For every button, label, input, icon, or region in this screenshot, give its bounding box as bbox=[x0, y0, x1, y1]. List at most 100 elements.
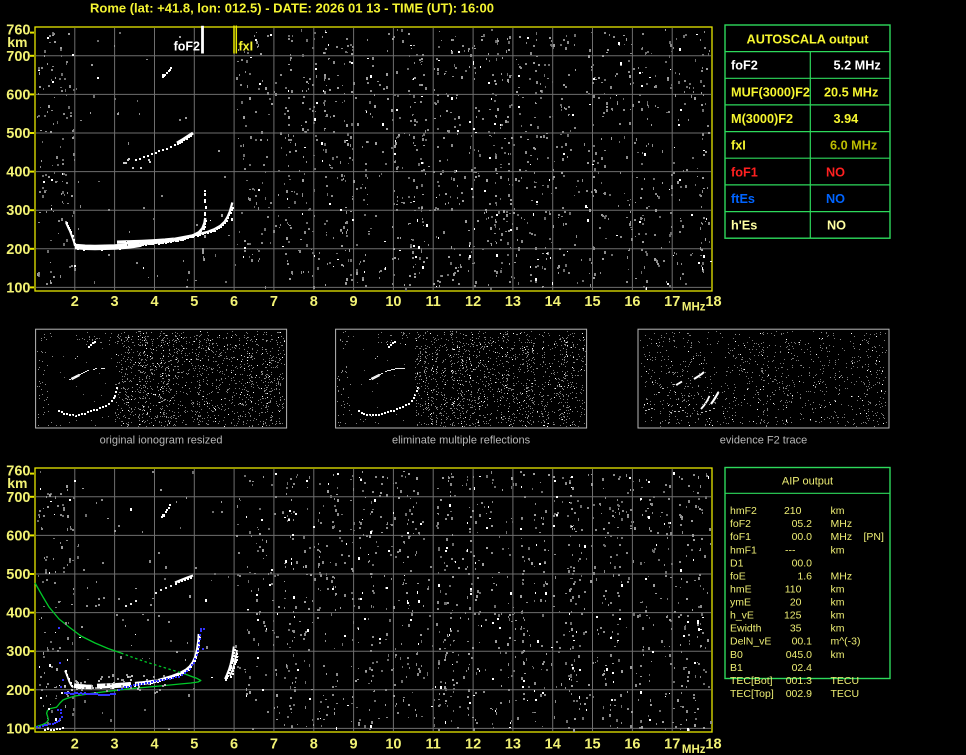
svg-text:12: 12 bbox=[465, 737, 481, 753]
svg-text:6.0 MHz: 6.0 MHz bbox=[830, 139, 877, 153]
svg-text:300: 300 bbox=[6, 203, 30, 219]
svg-text:AUTOSCALA output: AUTOSCALA output bbox=[747, 32, 870, 46]
svg-text:200: 200 bbox=[6, 242, 30, 258]
svg-text:D1: D1 bbox=[730, 557, 744, 569]
svg-text:002.9: 002.9 bbox=[786, 688, 812, 700]
svg-text:100: 100 bbox=[6, 280, 30, 296]
svg-text:3.94: 3.94 bbox=[834, 112, 859, 126]
svg-text:MHz: MHz bbox=[831, 531, 853, 543]
svg-text:km: km bbox=[831, 505, 845, 517]
svg-text:km: km bbox=[831, 584, 845, 596]
svg-text:00.1: 00.1 bbox=[792, 636, 813, 648]
svg-text:hmF1: hmF1 bbox=[730, 544, 757, 556]
svg-text:MHz: MHz bbox=[831, 570, 853, 582]
svg-text:---: --- bbox=[785, 544, 796, 556]
svg-text:4: 4 bbox=[150, 737, 158, 753]
svg-text:TEC[Bot]: TEC[Bot] bbox=[730, 675, 773, 687]
svg-text:9: 9 bbox=[350, 737, 358, 753]
svg-text:500: 500 bbox=[6, 567, 30, 583]
svg-text:10: 10 bbox=[385, 294, 401, 310]
svg-text:MHz: MHz bbox=[682, 744, 706, 755]
svg-text:ymE: ymE bbox=[730, 597, 751, 609]
svg-text:5.2 MHz: 5.2 MHz bbox=[834, 59, 881, 73]
svg-text:600: 600 bbox=[6, 528, 30, 544]
svg-text:700: 700 bbox=[6, 49, 30, 65]
svg-text:AIP output: AIP output bbox=[782, 476, 833, 488]
svg-text:8: 8 bbox=[310, 294, 318, 310]
svg-text:15: 15 bbox=[584, 737, 600, 753]
svg-text:TECU: TECU bbox=[831, 688, 860, 700]
svg-text:700: 700 bbox=[6, 490, 30, 506]
svg-text:km: km bbox=[831, 597, 845, 609]
svg-text:7: 7 bbox=[270, 737, 278, 753]
svg-text:B1: B1 bbox=[730, 662, 743, 674]
svg-text:10: 10 bbox=[385, 737, 401, 753]
svg-text:6: 6 bbox=[230, 737, 238, 753]
svg-text:5: 5 bbox=[190, 737, 198, 753]
svg-text:18: 18 bbox=[705, 737, 721, 753]
svg-text:eliminate multiple reflections: eliminate multiple reflections bbox=[392, 435, 531, 447]
svg-text:6: 6 bbox=[230, 294, 238, 310]
svg-text:TEC[Top]: TEC[Top] bbox=[730, 688, 774, 700]
svg-text:200: 200 bbox=[6, 683, 30, 699]
svg-text:100: 100 bbox=[6, 721, 30, 737]
svg-text:001.3: 001.3 bbox=[786, 675, 812, 687]
svg-text:13: 13 bbox=[505, 294, 521, 310]
svg-text:11: 11 bbox=[426, 737, 441, 753]
svg-text:km: km bbox=[831, 649, 845, 661]
svg-text:Ewidth: Ewidth bbox=[730, 623, 762, 635]
svg-text:600: 600 bbox=[6, 87, 30, 103]
svg-text:evidence F2 trace: evidence F2 trace bbox=[720, 435, 807, 447]
svg-text:km: km bbox=[831, 610, 845, 622]
svg-text:MHz: MHz bbox=[682, 302, 706, 314]
svg-text:2: 2 bbox=[71, 294, 79, 310]
svg-text:M(3000)F2: M(3000)F2 bbox=[731, 112, 793, 126]
svg-text:foF2: foF2 bbox=[730, 518, 751, 530]
svg-text:12: 12 bbox=[465, 294, 481, 310]
svg-text:15: 15 bbox=[584, 294, 600, 310]
svg-text:km: km bbox=[831, 544, 845, 556]
svg-text:045.0: 045.0 bbox=[786, 649, 812, 661]
svg-text:20: 20 bbox=[790, 597, 802, 609]
svg-text:3: 3 bbox=[111, 294, 119, 310]
svg-text:5: 5 bbox=[190, 294, 198, 310]
svg-text:3: 3 bbox=[111, 737, 119, 753]
svg-text:B0: B0 bbox=[730, 649, 743, 661]
svg-text:17: 17 bbox=[664, 737, 680, 753]
svg-text:h'Es: h'Es bbox=[731, 219, 757, 233]
svg-text:14: 14 bbox=[545, 737, 561, 753]
svg-text:16: 16 bbox=[624, 737, 640, 753]
svg-text:210: 210 bbox=[784, 505, 802, 517]
svg-text:m^(-3): m^(-3) bbox=[831, 636, 861, 648]
svg-text:00.0: 00.0 bbox=[792, 531, 813, 543]
svg-text:2: 2 bbox=[71, 737, 79, 753]
svg-text:foE: foE bbox=[730, 570, 746, 582]
svg-text:110: 110 bbox=[785, 584, 802, 596]
svg-text:MHz: MHz bbox=[831, 518, 853, 530]
svg-text:500: 500 bbox=[6, 126, 30, 142]
svg-text:20.5 MHz: 20.5 MHz bbox=[824, 85, 878, 99]
svg-text:km: km bbox=[7, 475, 27, 491]
svg-text:hmE: hmE bbox=[730, 584, 752, 596]
svg-text:17: 17 bbox=[664, 294, 680, 310]
svg-text:ftEs: ftEs bbox=[731, 192, 755, 206]
svg-text:[PN]: [PN] bbox=[864, 531, 885, 543]
svg-text:Rome (lat: +41.8, lon: 012.5): Rome (lat: +41.8, lon: 012.5) - DATE: 20… bbox=[90, 1, 494, 16]
svg-text:300: 300 bbox=[6, 644, 30, 660]
svg-text:original ionogram resized: original ionogram resized bbox=[100, 435, 223, 447]
svg-text:1.6: 1.6 bbox=[797, 570, 812, 582]
svg-text:km: km bbox=[7, 34, 27, 50]
svg-text:NO: NO bbox=[826, 192, 845, 206]
svg-text:35: 35 bbox=[790, 623, 802, 635]
svg-text:8: 8 bbox=[310, 737, 318, 753]
svg-text:14: 14 bbox=[545, 294, 561, 310]
svg-text:DelN_vE: DelN_vE bbox=[730, 636, 771, 648]
svg-text:16: 16 bbox=[624, 294, 640, 310]
svg-text:02.4: 02.4 bbox=[792, 662, 813, 674]
svg-text:400: 400 bbox=[6, 165, 30, 181]
svg-text:13: 13 bbox=[505, 737, 521, 753]
svg-text:fxI: fxI bbox=[731, 139, 746, 153]
svg-text:7: 7 bbox=[270, 294, 278, 310]
svg-text:TECU: TECU bbox=[831, 675, 860, 687]
svg-text:125: 125 bbox=[784, 610, 802, 622]
